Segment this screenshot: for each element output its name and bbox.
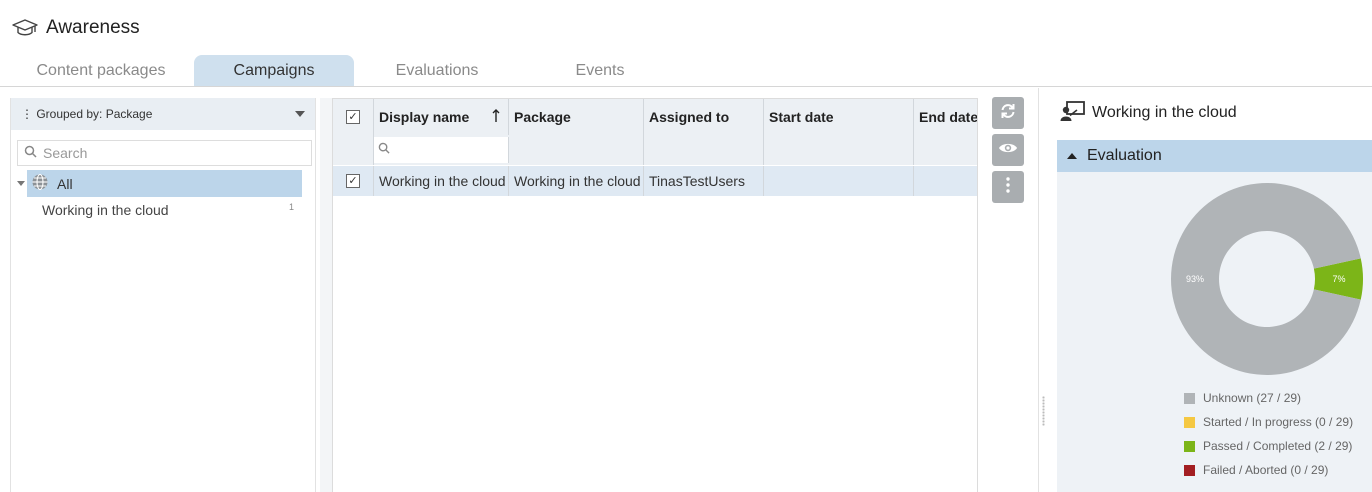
- eye-icon: [998, 141, 1018, 160]
- refresh-icon: [999, 102, 1017, 125]
- tab-content-packages[interactable]: Content packages: [8, 55, 194, 86]
- chevron-down-icon: [295, 111, 305, 117]
- column-header-package[interactable]: Package: [509, 99, 644, 135]
- display-name-filter-input[interactable]: [374, 137, 509, 163]
- tab-evaluations[interactable]: Evaluations: [354, 55, 520, 86]
- tree-item-all[interactable]: All: [27, 170, 302, 197]
- row-select-cell: ✓: [333, 166, 374, 196]
- end-date-filter-cell[interactable]: [914, 135, 977, 165]
- detail-title: Working in the cloud: [1092, 104, 1237, 121]
- tab-divider: [0, 86, 1372, 87]
- column-header-label: Display name: [379, 109, 470, 125]
- legend-label: Failed / Aborted (0 / 29): [1203, 463, 1329, 477]
- search-placeholder: Search: [43, 145, 88, 161]
- tree-item-working-in-the-cloud[interactable]: Working in the cloud: [42, 202, 169, 218]
- select-all-cell: ✓: [333, 99, 374, 135]
- tree-item-count: 1: [289, 202, 295, 212]
- donut-data-label: 7%: [1332, 274, 1345, 284]
- tree-item-label: All: [57, 175, 73, 192]
- tab-events[interactable]: Events: [520, 55, 680, 86]
- search-input[interactable]: Search: [17, 140, 312, 166]
- graduation-cap-icon: [12, 17, 38, 39]
- tab-bar: Content packages Campaigns Evaluations E…: [8, 55, 680, 86]
- cell-assigned-to[interactable]: TinasTestUsers: [644, 166, 764, 196]
- select-all-checkbox[interactable]: ✓: [346, 110, 360, 124]
- column-header-display-name[interactable]: Display name: [374, 99, 509, 135]
- legend-swatch: [1184, 440, 1195, 452]
- group-panel: ⋮ Grouped by: Package Search All Working…: [10, 98, 316, 492]
- evaluation-section-toggle[interactable]: Evaluation: [1057, 140, 1372, 172]
- cell-display-name[interactable]: Working in the cloud: [374, 166, 509, 196]
- column-header-start-date[interactable]: Start date: [764, 99, 914, 135]
- group-by-dropdown[interactable]: ⋮ Grouped by: Package: [11, 98, 315, 130]
- grid-gutter: [320, 98, 332, 492]
- legend-item-failed[interactable]: Failed / Aborted (0 / 29): [1184, 458, 1353, 482]
- legend-item-unknown[interactable]: Unknown (27 / 29): [1184, 386, 1353, 410]
- evaluation-donut-chart: 7% 93%: [1171, 183, 1363, 375]
- cell-start-date[interactable]: [764, 166, 914, 196]
- presentation-user-icon: [1060, 100, 1086, 127]
- cell-end-date[interactable]: [914, 166, 977, 196]
- table-row[interactable]: ✓ Working in the cloud Working in the cl…: [333, 166, 977, 196]
- chart-legend: Unknown (27 / 29) Started / In progress …: [1184, 386, 1353, 482]
- evaluation-section-title: Evaluation: [1087, 147, 1162, 164]
- search-icon: [24, 145, 37, 161]
- right-splitter-handle[interactable]: [1042, 396, 1045, 426]
- legend-label: Started / In progress (0 / 29): [1203, 415, 1354, 429]
- search-icon: [378, 141, 390, 159]
- start-date-filter-cell[interactable]: [764, 135, 914, 165]
- legend-swatch: [1184, 392, 1195, 404]
- assigned-to-filter-cell[interactable]: [644, 135, 764, 165]
- legend-swatch: [1184, 416, 1195, 428]
- collapse-icon: [1067, 153, 1077, 159]
- campaigns-grid: ✓ Display name Package Assigned to Start…: [332, 98, 978, 492]
- column-header-assigned-to[interactable]: Assigned to: [644, 99, 764, 135]
- cell-package[interactable]: Working in the cloud: [509, 166, 644, 196]
- donut-data-label: 93%: [1186, 274, 1204, 284]
- more-options-button[interactable]: [992, 171, 1024, 203]
- tab-campaigns[interactable]: Campaigns: [194, 55, 354, 86]
- app-window: Awareness Content packages Campaigns Eva…: [0, 0, 1372, 492]
- detail-panel-divider: [1038, 88, 1039, 492]
- page-header: Awareness: [12, 14, 140, 42]
- filter-spacer: [333, 135, 374, 165]
- detail-header: Working in the cloud: [1060, 100, 1237, 126]
- more-vertical-icon: [1006, 176, 1010, 198]
- page-title: Awareness: [46, 17, 140, 38]
- legend-swatch: [1184, 464, 1195, 476]
- row-checkbox[interactable]: ✓: [346, 174, 360, 188]
- sort-ascending-icon: [492, 108, 500, 126]
- legend-label: Passed / Completed (2 / 29): [1203, 439, 1353, 453]
- legend-label: Unknown (27 / 29): [1203, 391, 1302, 405]
- legend-item-started[interactable]: Started / In progress (0 / 29): [1184, 410, 1353, 434]
- legend-item-passed[interactable]: Passed / Completed (2 / 29): [1184, 434, 1353, 458]
- column-header-end-date[interactable]: End date: [914, 99, 977, 135]
- grid-header-row: ✓ Display name Package Assigned to Start…: [333, 99, 977, 135]
- view-button[interactable]: [992, 134, 1024, 166]
- group-by-label: ⋮ Grouped by: Package: [21, 107, 153, 121]
- grid-filter-row: [333, 135, 977, 165]
- package-filter-cell[interactable]: [509, 135, 644, 165]
- refresh-button[interactable]: [992, 97, 1024, 129]
- tree-expand-icon[interactable]: [17, 181, 25, 186]
- globe-icon: [31, 173, 49, 194]
